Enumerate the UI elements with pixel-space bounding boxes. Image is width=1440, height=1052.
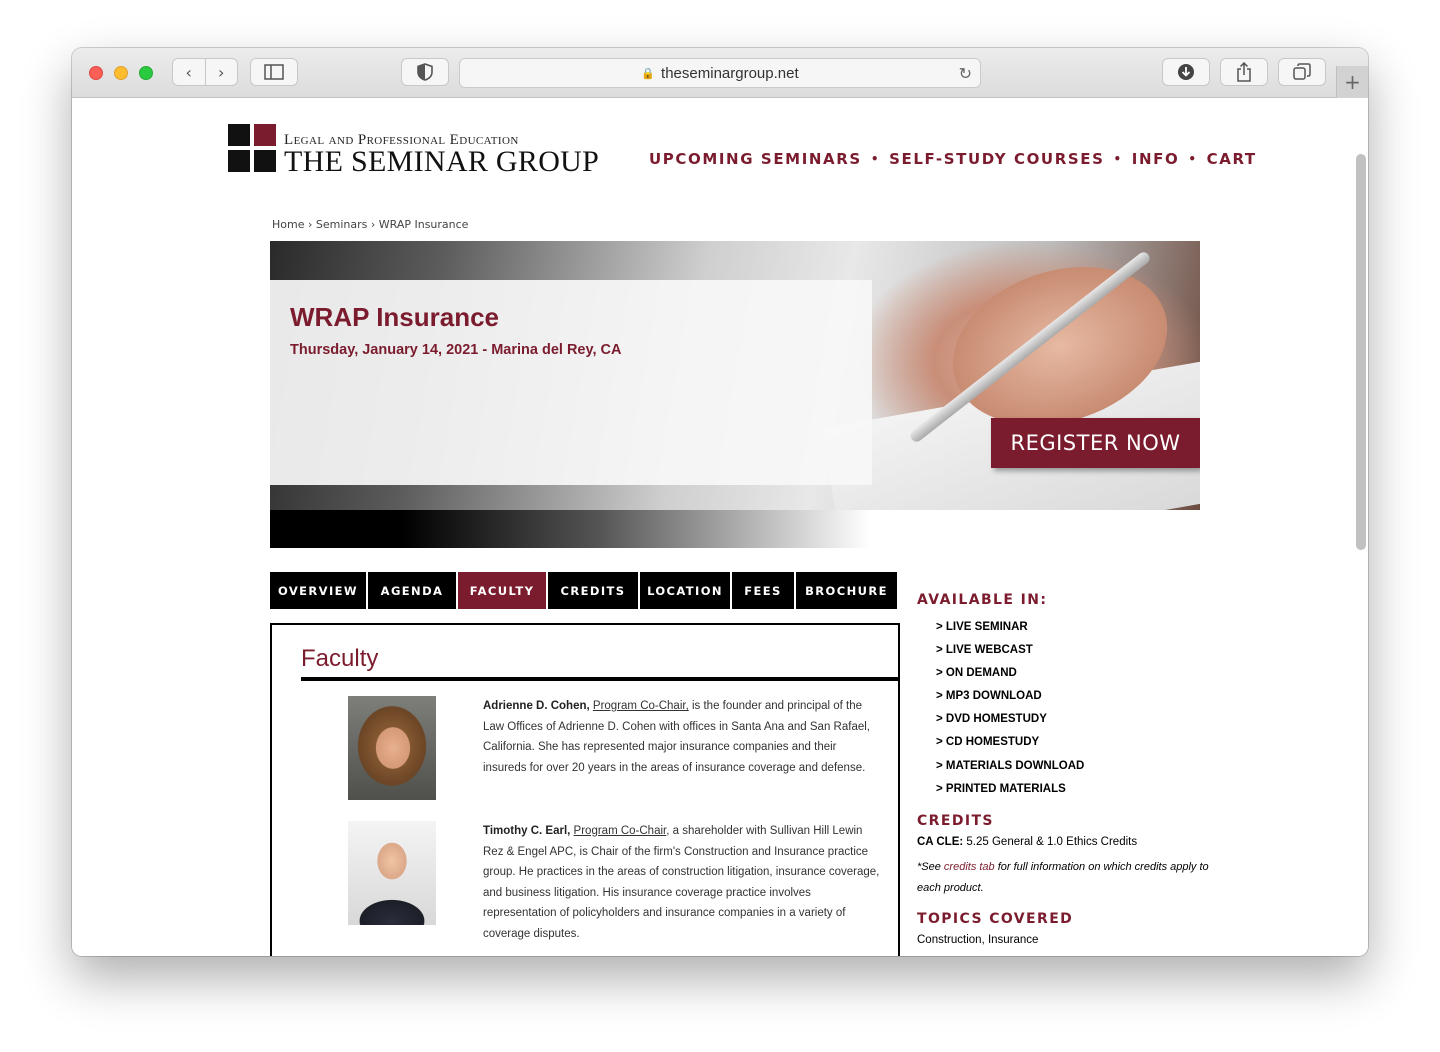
- lock-icon: 🔒: [641, 67, 656, 80]
- history-nav-group: ‹ ›: [172, 58, 238, 86]
- nav-self-study-courses[interactable]: SELF-STUDY COURSES: [889, 150, 1104, 168]
- nav-info[interactable]: INFO: [1132, 150, 1180, 168]
- credits-note-pre: *See: [917, 860, 944, 873]
- address-bar[interactable]: 🔒 theseminargroup.net ↻: [459, 58, 981, 88]
- credits-note: *See credits tab for full information on…: [917, 857, 1217, 899]
- nav-separator: •: [1113, 152, 1123, 166]
- credits-label: CA CLE:: [917, 835, 964, 848]
- faculty-bio-text: , a shareholder with Sullivan Hill Lewin…: [483, 825, 880, 940]
- tab-credits[interactable]: CREDITS: [548, 572, 640, 609]
- share-button[interactable]: [1220, 58, 1268, 86]
- faculty-photo: [348, 696, 436, 800]
- browser-window: ‹ › 🔒 theseminargroup.net ↻ + Legal and …: [72, 48, 1368, 956]
- close-window-button[interactable]: [89, 66, 103, 80]
- faculty-role-link[interactable]: Program Co-Chair,: [593, 700, 689, 712]
- main-nav: UPCOMING SEMINARS • SELF-STUDY COURSES •…: [649, 150, 1257, 168]
- topics-heading: TOPICS COVERED: [917, 910, 1074, 927]
- shield-icon: [417, 63, 433, 81]
- tab-brochure[interactable]: BROCHURE: [796, 572, 897, 609]
- faculty-role-link[interactable]: Program Co-Chair: [574, 825, 667, 837]
- faculty-name: Adrienne D. Cohen,: [483, 700, 590, 712]
- privacy-report-button[interactable]: [401, 58, 449, 86]
- available-live-seminar[interactable]: > LIVE SEMINAR: [936, 616, 1217, 639]
- available-on-demand[interactable]: > ON DEMAND: [936, 662, 1217, 685]
- seminar-date-location: Thursday, January 14, 2021 - Marina del …: [290, 342, 622, 358]
- faculty-bio: Timothy C. Earl, Program Co-Chair, a sha…: [483, 821, 883, 945]
- available-in-list: > LIVE SEMINAR > LIVE WEBCAST > ON DEMAN…: [936, 616, 1217, 801]
- reload-icon[interactable]: ↻: [959, 64, 972, 83]
- register-now-button[interactable]: REGISTER NOW: [991, 418, 1200, 468]
- faculty-bio: Adrienne D. Cohen, Program Co-Chair, is …: [483, 696, 883, 778]
- faculty-photo: [348, 821, 436, 925]
- logo-title: THE SEMINAR GROUP: [284, 145, 600, 178]
- faculty-name: Timothy C. Earl,: [483, 825, 571, 837]
- tab-fees[interactable]: FEES: [732, 572, 796, 609]
- tab-overview-button[interactable]: [1278, 58, 1326, 86]
- forward-arrow-icon[interactable]: ›: [205, 63, 237, 82]
- tab-overview[interactable]: OVERVIEW: [270, 572, 368, 609]
- logo-squares-icon: [228, 124, 276, 172]
- available-printed-materials[interactable]: > PRINTED MATERIALS: [936, 778, 1217, 801]
- page-viewport: Legal and Professional Education THE SEM…: [72, 98, 1368, 956]
- faculty-divider: [301, 677, 900, 681]
- url-text: theseminargroup.net: [661, 64, 799, 82]
- download-icon: [1178, 64, 1194, 80]
- downloads-button[interactable]: [1162, 58, 1210, 86]
- credits-heading: CREDITS: [917, 812, 994, 829]
- hero-banner: WRAP Insurance Thursday, January 14, 202…: [270, 241, 1200, 510]
- tab-location[interactable]: LOCATION: [640, 572, 732, 609]
- tab-faculty[interactable]: FACULTY: [458, 572, 548, 609]
- hero-gradient-bar: [270, 510, 870, 548]
- available-mp3-download[interactable]: > MP3 DOWNLOAD: [936, 685, 1217, 708]
- seminar-tabs: OVERVIEW AGENDA FACULTY CREDITS LOCATION…: [270, 572, 897, 609]
- seminar-title: WRAP Insurance: [290, 302, 500, 332]
- credits-value: 5.25 General & 1.0 Ethics Credits: [963, 835, 1138, 848]
- topics-value: Construction, Insurance: [917, 933, 1039, 946]
- back-arrow-icon[interactable]: ‹: [173, 63, 205, 82]
- hero-title-panel: WRAP Insurance Thursday, January 14, 202…: [270, 280, 872, 485]
- zoom-window-button[interactable]: [139, 66, 153, 80]
- available-materials-download[interactable]: > MATERIALS DOWNLOAD: [936, 755, 1217, 778]
- available-in-heading: AVAILABLE IN:: [917, 592, 1048, 608]
- minimize-window-button[interactable]: [114, 66, 128, 80]
- nav-separator: •: [1188, 152, 1198, 166]
- tab-agenda[interactable]: AGENDA: [368, 572, 458, 609]
- sidebar-icon: [264, 64, 284, 80]
- credits-tab-link[interactable]: credits tab: [944, 861, 995, 873]
- nav-separator: •: [870, 152, 881, 166]
- nav-cart[interactable]: CART: [1207, 150, 1257, 168]
- seminar-sidebar: AVAILABLE IN: > LIVE SEMINAR > LIVE WEBC…: [917, 592, 1217, 946]
- available-live-webcast[interactable]: > LIVE WEBCAST: [936, 639, 1217, 662]
- sidebar-toggle-button[interactable]: [250, 58, 298, 86]
- new-tab-plus-icon[interactable]: +: [1336, 66, 1368, 98]
- available-dvd-homestudy[interactable]: > DVD HOMESTUDY: [936, 708, 1217, 731]
- breadcrumb[interactable]: Home › Seminars › WRAP Insurance: [272, 218, 468, 231]
- page-scrollbar[interactable]: [1356, 154, 1366, 550]
- browser-toolbar: ‹ › 🔒 theseminargroup.net ↻ +: [72, 48, 1368, 98]
- faculty-heading: Faculty: [301, 645, 379, 672]
- tabs-icon: [1293, 63, 1311, 80]
- share-icon: [1237, 62, 1251, 82]
- credits-summary: CA CLE: 5.25 General & 1.0 Ethics Credit…: [917, 836, 1217, 848]
- nav-upcoming-seminars[interactable]: UPCOMING SEMINARS: [649, 150, 862, 168]
- available-cd-homestudy[interactable]: > CD HOMESTUDY: [936, 731, 1217, 754]
- faculty-panel: Faculty Adrienne D. Cohen, Program Co-Ch…: [270, 623, 900, 956]
